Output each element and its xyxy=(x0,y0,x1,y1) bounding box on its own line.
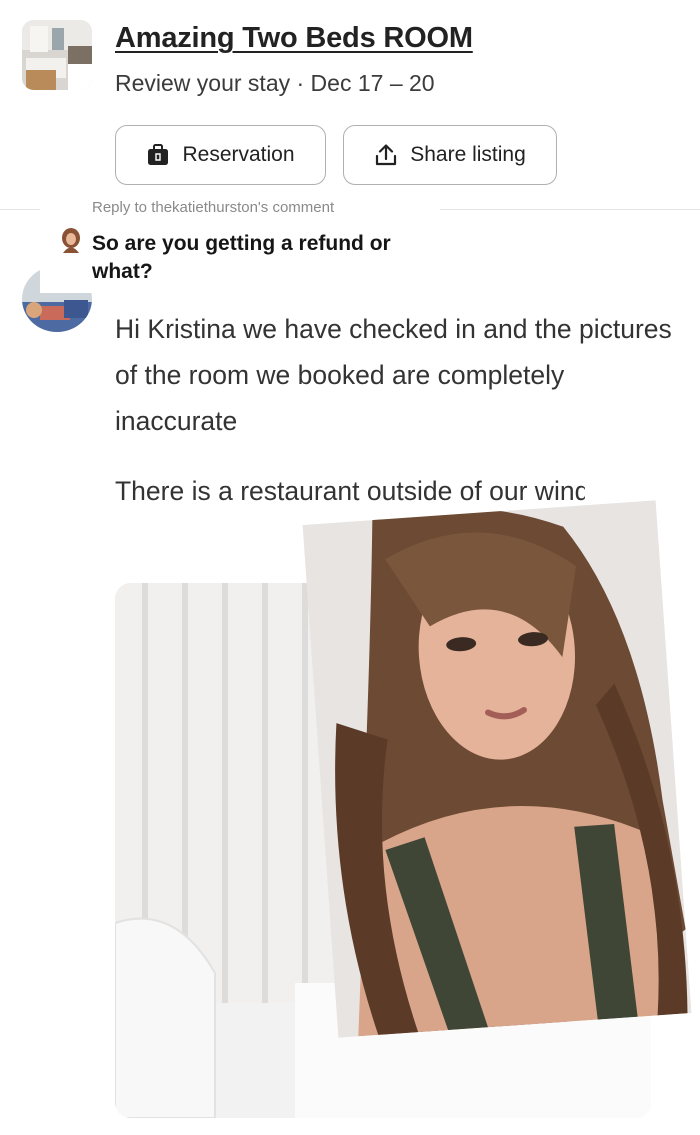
message-paragraph: Hi Kristina we have checked in and the p… xyxy=(115,314,672,436)
share-listing-button[interactable]: Share listing xyxy=(343,125,557,185)
briefcase-icon xyxy=(146,143,170,167)
reservation-button[interactable]: Reservation xyxy=(115,125,326,185)
stay-dates: Review your stay · Dec 17 – 20 xyxy=(115,70,435,96)
message-paragraph-truncated: There is a restaurant outside of our win… xyxy=(115,476,585,506)
reply-meta: Reply to thekatiethurston's comment xyxy=(92,199,335,216)
commenter-avatar xyxy=(60,228,82,253)
listing-thumbnail[interactable] xyxy=(22,20,92,90)
share-listing-label: Share listing xyxy=(410,143,526,166)
reply-comment: So are you getting a refund or what? xyxy=(92,232,391,283)
listing-title[interactable]: Amazing Two Beds ROOM xyxy=(115,22,473,55)
share-icon xyxy=(374,143,398,167)
reservation-label: Reservation xyxy=(182,143,295,166)
person-video-overlay xyxy=(302,500,692,1038)
